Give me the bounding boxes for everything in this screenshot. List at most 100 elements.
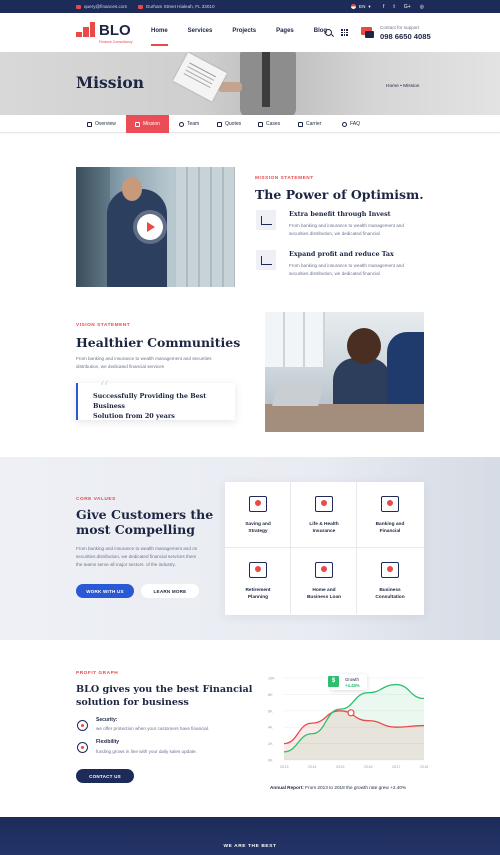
tab-faq[interactable]: FAQ	[342, 115, 360, 133]
twitter-icon[interactable]: t	[393, 4, 394, 10]
core-title-line: most Compelling	[76, 522, 196, 537]
mission-video[interactable]	[76, 167, 235, 287]
banner-hand	[218, 82, 242, 92]
language-selector[interactable]: EN ▾	[351, 4, 371, 10]
top-bar: query@finances.com Durham Street Hialeah…	[0, 0, 500, 13]
nav-services[interactable]: Services	[188, 28, 213, 34]
learn-more-button[interactable]: LEARN MORE	[141, 584, 199, 598]
value-label: Business Consultation	[357, 587, 423, 601]
support-label: Contact for support	[380, 25, 420, 30]
grid-menu-icon[interactable]	[341, 29, 348, 36]
tab-overview[interactable]: Overview	[87, 115, 116, 133]
tab-quotes[interactable]: Quotes	[217, 115, 241, 133]
cases-icon	[258, 121, 263, 127]
value-label-line: Saving and	[245, 522, 271, 527]
security-desc: we offer protection when your customers …	[96, 726, 210, 731]
language-label: EN	[359, 4, 366, 9]
y-tick-label: 0K	[268, 759, 273, 763]
value-card[interactable]: Life & Health Insurance	[291, 482, 357, 548]
dollar-badge-icon: $	[328, 676, 339, 687]
quote-line: Solution from 20 years	[93, 412, 175, 420]
core-kicker: CORE VALUES	[76, 497, 116, 502]
location-icon	[138, 4, 143, 9]
mission-icon	[135, 121, 141, 127]
value-card[interactable]: Home and Business Loan	[291, 548, 357, 614]
team-icon	[179, 121, 184, 127]
value-card[interactable]: Retirement Planning	[225, 548, 291, 614]
tab-label: Quotes	[225, 121, 242, 127]
x-tick-label: 2017	[392, 765, 400, 769]
email-info[interactable]: query@finances.com	[76, 4, 127, 9]
growth-legend: $ Growth +4.48%	[328, 674, 367, 690]
nav-projects[interactable]: Projects	[232, 28, 256, 34]
x-tick-label: 2014	[308, 765, 316, 769]
tab-cases[interactable]: Cases	[258, 115, 280, 133]
y-tick-label: 10K	[268, 677, 275, 681]
tab-label: Cases	[266, 121, 281, 127]
money-bag-icon	[256, 250, 276, 270]
feature-desc-line: From banking and insurance to wealth man…	[289, 223, 404, 228]
video-person	[107, 189, 167, 287]
value-card[interactable]: Banking and Financial	[357, 482, 424, 548]
vision-kicker: VISION STATEMENT	[76, 323, 131, 328]
logo-subtitle: Finance Consultancy	[99, 40, 133, 44]
x-tick-label: 2013	[280, 765, 288, 769]
tab-carrier[interactable]: Carrier	[298, 115, 321, 133]
meeting-table	[265, 404, 424, 432]
tab-team[interactable]: Team	[179, 115, 199, 133]
x-tick-label: 2018	[420, 765, 428, 769]
breadcrumb[interactable]: Home • Mission	[386, 84, 419, 89]
value-label-line: Planning	[247, 595, 269, 600]
y-tick-label: 8K	[268, 693, 273, 697]
feature-desc-line: securities distribution, we dedicated fi…	[289, 231, 380, 236]
banner-paper-image	[173, 52, 227, 102]
meeting-window	[265, 312, 325, 367]
vision-desc-line: distribution, we dedicated financial ser…	[76, 364, 165, 369]
page-banner	[0, 52, 500, 115]
value-label: Banking and Financial	[357, 521, 423, 535]
vision-quote-card: “ Successfully Providing the Best Busine…	[76, 376, 235, 420]
tab-label: FAQ	[350, 121, 361, 127]
instagram-icon[interactable]: ◎	[420, 4, 424, 10]
value-label: Retirement Planning	[225, 587, 291, 601]
nav-home[interactable]: Home	[151, 28, 168, 46]
value-card[interactable]: Saving and Strategy	[225, 482, 291, 548]
video-bg-right	[176, 167, 235, 287]
quotes-icon	[217, 121, 222, 127]
core-title-line: Give Customers the	[76, 507, 214, 522]
value-label-line: Insurance	[312, 529, 336, 534]
profit-title-line: BLO gives you the best Financial	[76, 684, 253, 695]
value-label-line: Business	[379, 588, 401, 593]
work-with-us-button[interactable]: WORK WITH US	[76, 584, 134, 598]
vision-title: Healthier Communities	[76, 335, 241, 350]
saving-icon	[249, 496, 267, 512]
buildings-icon	[315, 562, 333, 578]
tab-mission[interactable]: Mission	[126, 115, 169, 133]
support-phone: 098 6650 4085	[380, 32, 431, 41]
y-tick-label: 4K	[268, 726, 273, 730]
logo[interactable]: BLO Finance Consultancy	[76, 22, 133, 44]
banner-tie	[262, 52, 270, 107]
meeting-laptop	[272, 384, 324, 406]
footer-heading: WE ARE THE BEST	[223, 844, 277, 849]
report-text: From 2013 to 2018 the growth rate grew +…	[303, 785, 407, 790]
nav-pages[interactable]: Pages	[276, 28, 294, 34]
data-point-marker	[347, 709, 355, 717]
logo-mark-icon	[76, 22, 96, 38]
contact-us-button[interactable]: CONTACT US	[76, 769, 134, 783]
search-icon[interactable]	[325, 29, 332, 36]
google-plus-icon[interactable]: G+	[404, 4, 411, 10]
value-label-line: Home and	[312, 588, 336, 593]
facebook-icon[interactable]: f	[383, 4, 384, 10]
profit-title-line: solution for business	[76, 697, 189, 708]
value-card[interactable]: Business Consultation	[357, 548, 424, 614]
email-text: query@finances.com	[84, 4, 128, 9]
social-links: f t G+ ◎	[383, 4, 424, 10]
banking-icon	[381, 496, 399, 512]
value-label-line: Life & Health	[309, 522, 339, 527]
play-icon[interactable]	[137, 214, 163, 240]
core-desc-line: securities distribution, we dedicated fi…	[76, 554, 197, 559]
tab-label: Team	[187, 121, 200, 127]
address-text: Durham Street Hialeah, FL 33010	[146, 4, 215, 9]
core-title: Give Customers the most Compelling	[76, 507, 213, 537]
